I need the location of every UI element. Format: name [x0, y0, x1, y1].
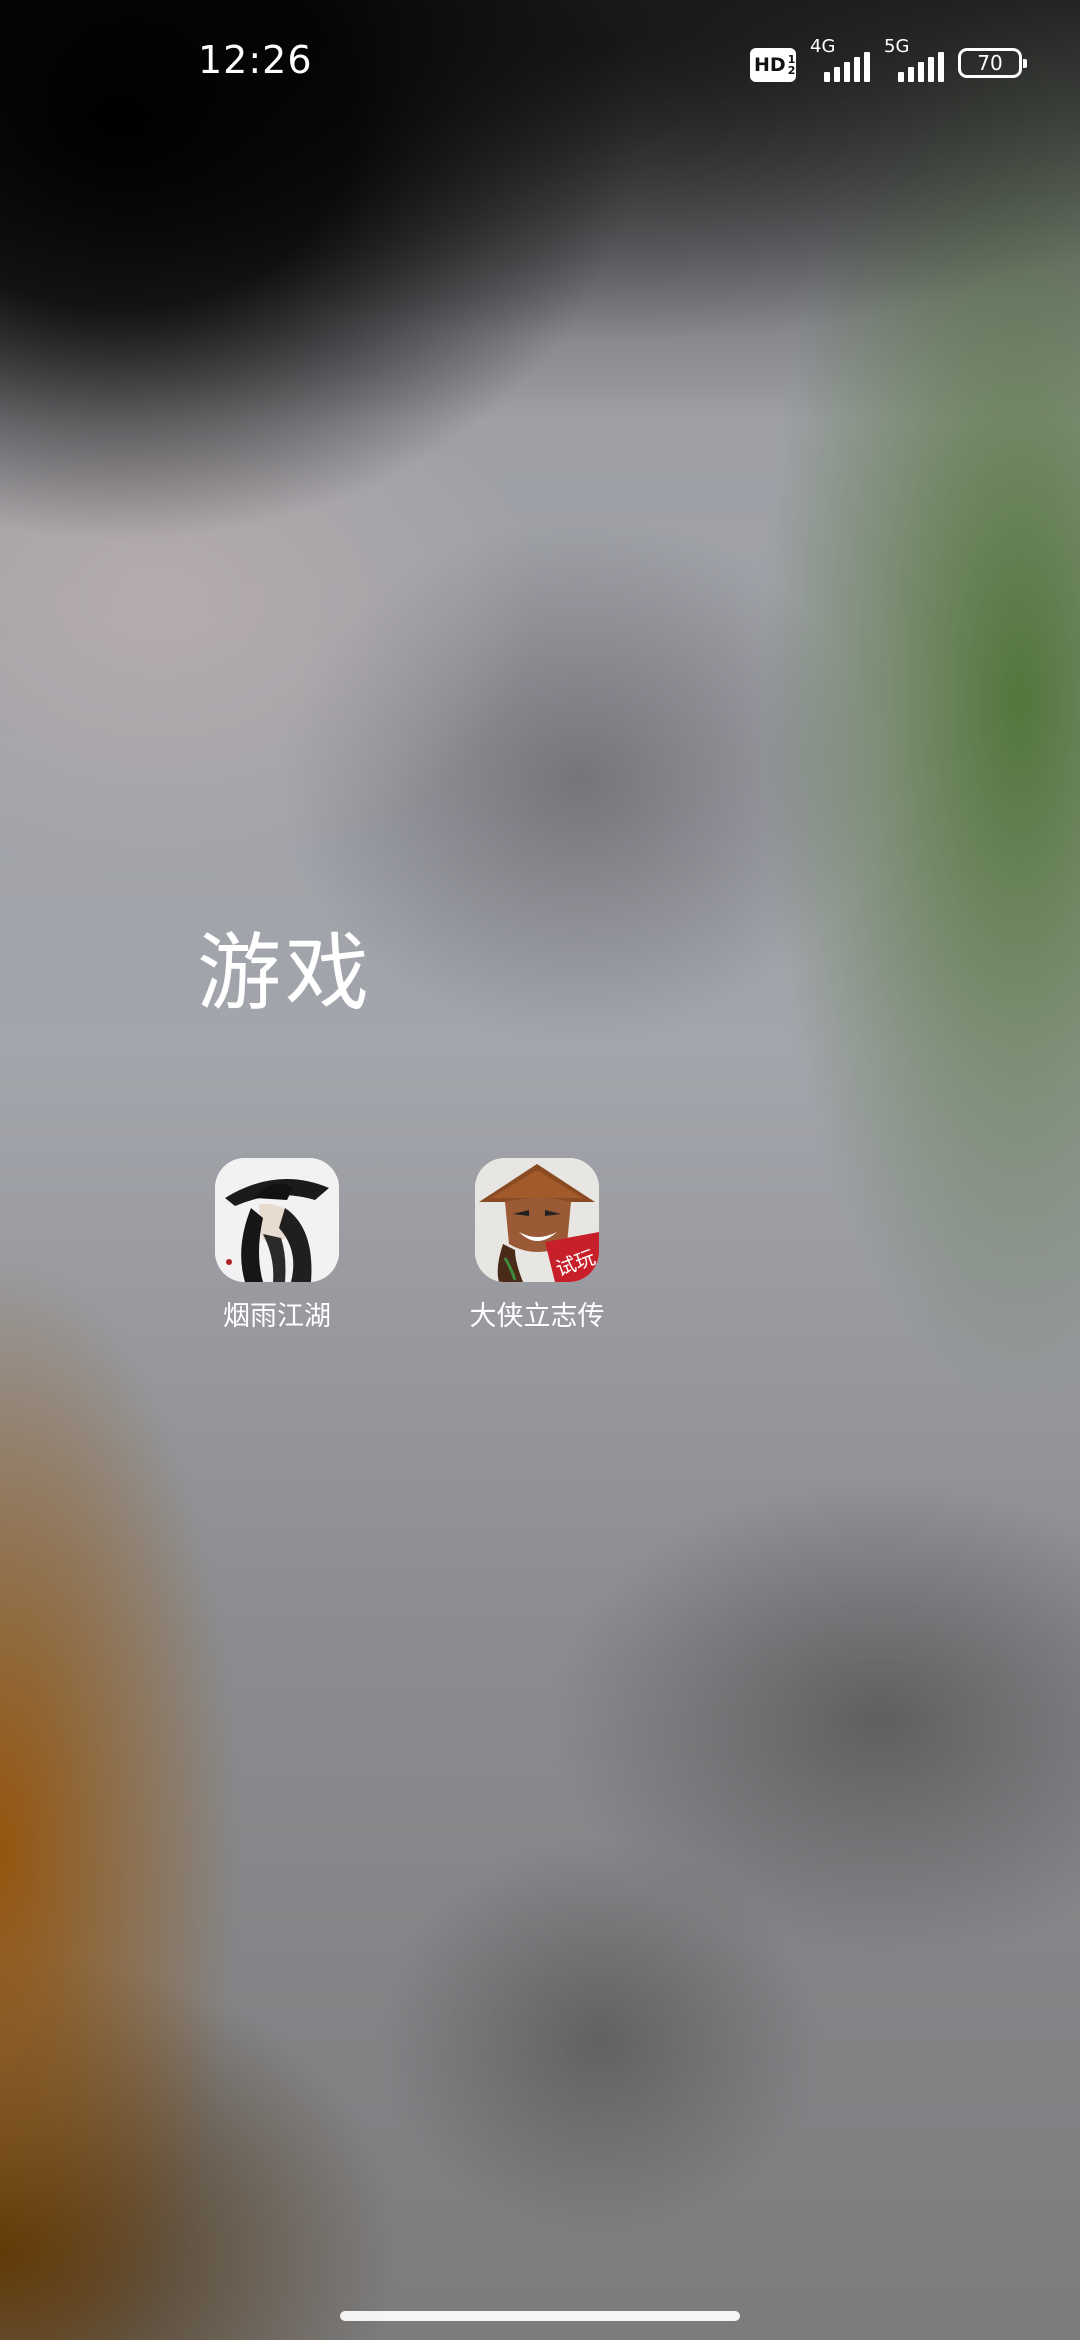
app-label: 大侠立志传	[469, 1301, 605, 1332]
battery-level: 70	[977, 51, 1003, 75]
network-5g-label: 5G	[884, 36, 910, 57]
battery-icon: 70	[958, 48, 1027, 78]
home-indicator[interactable]	[340, 2311, 740, 2321]
hd-sub-2: 2	[787, 64, 796, 77]
hd-label: HD	[754, 54, 786, 76]
folder-title[interactable]: 游戏	[197, 906, 373, 1027]
hd-voice-icon: HD 1 2	[750, 48, 796, 82]
app-label: 烟雨江湖	[223, 1301, 331, 1332]
app-yanyu-jianghu[interactable]: 烟雨江湖	[177, 1158, 377, 1333]
home-screen: 12:26 HD 1 2 4G 5G 70 游戏 烟雨江湖 试玩 大侠立志传	[0, 0, 1080, 2340]
signal-4g-icon: 4G	[810, 36, 870, 82]
hd-sim-indices: 1 2	[788, 54, 796, 76]
app-daxia-lizhizhuan[interactable]: 试玩 试玩 大侠立志传	[437, 1158, 637, 1333]
swordsman-hat-icon[interactable]	[215, 1158, 339, 1282]
network-4g-label: 4G	[810, 36, 836, 57]
signal-5g-icon: 5G	[884, 36, 944, 82]
status-time: 12:26	[198, 38, 313, 82]
hero-strawhat-icon[interactable]: 试玩 试玩	[475, 1158, 599, 1282]
status-icons: HD 1 2 4G 5G 70	[750, 36, 1027, 82]
status-bar: 12:26 HD 1 2 4G 5G 70	[0, 0, 1080, 124]
